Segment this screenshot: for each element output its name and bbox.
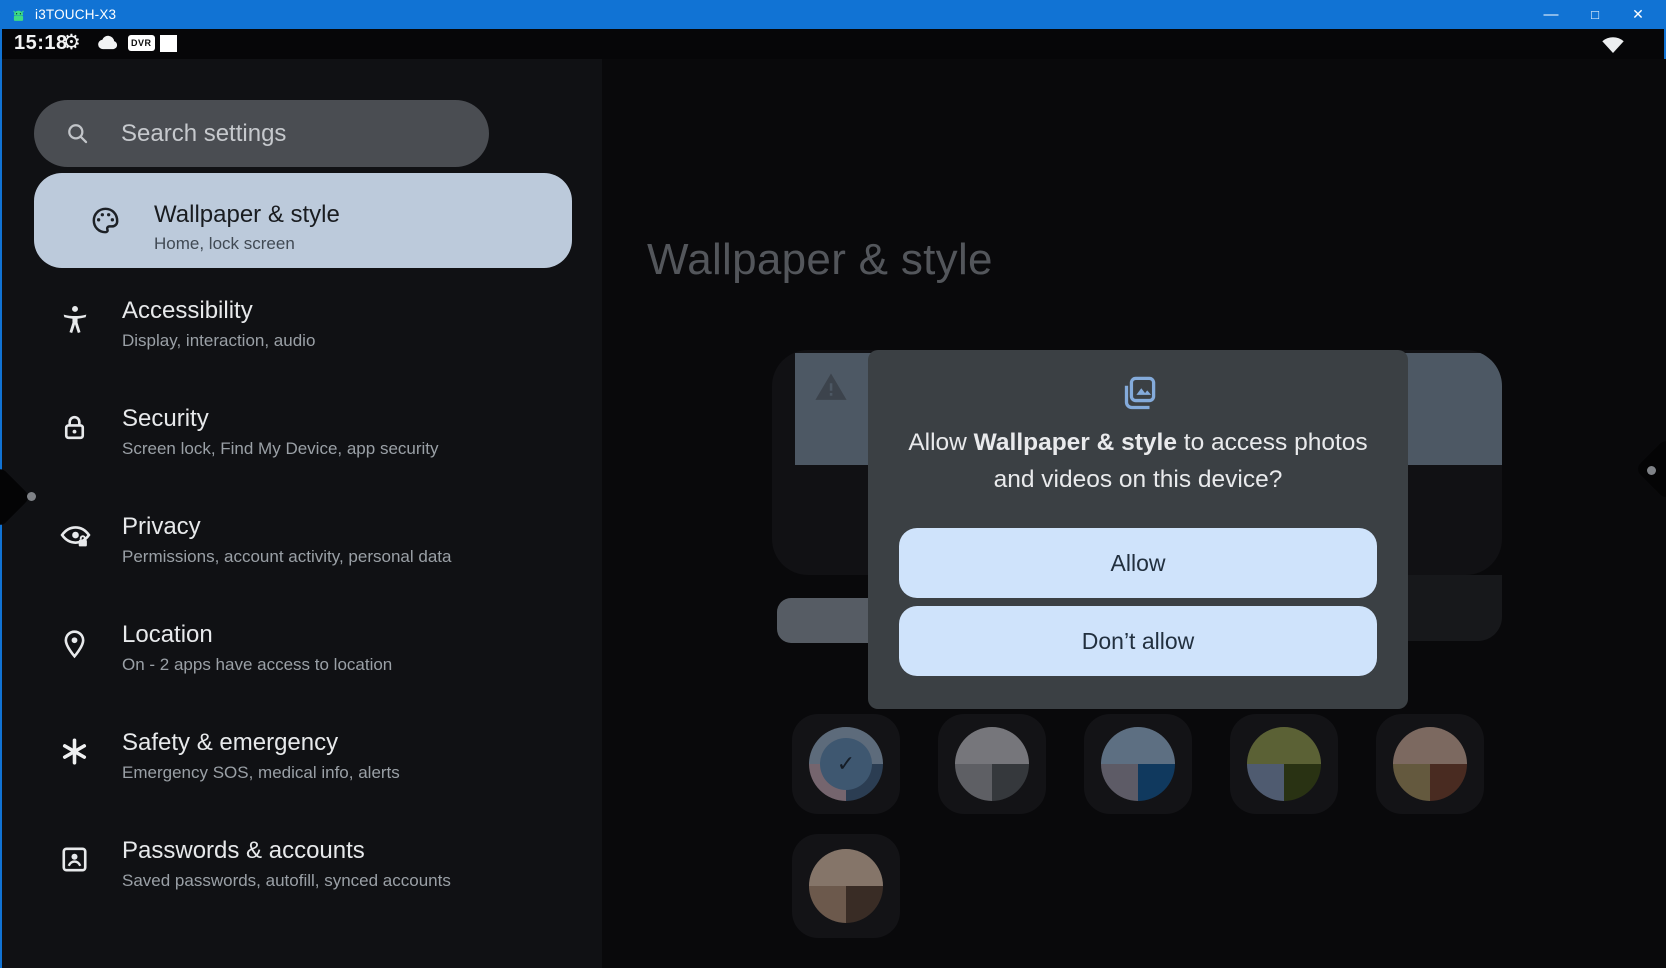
sidebar-item-label: Passwords & accounts bbox=[122, 837, 365, 865]
status-bar: 15:18 ⚙ DVR bbox=[2, 29, 1664, 59]
wifi-icon bbox=[1600, 33, 1626, 60]
palette-icon bbox=[89, 204, 122, 242]
window-title: i3TOUCH-X3 bbox=[35, 7, 116, 22]
screenshot-square-icon bbox=[160, 35, 177, 52]
color-swatch-3[interactable] bbox=[1084, 714, 1192, 814]
sidebar-item-sublabel: Emergency SOS, medical info, alerts bbox=[122, 763, 400, 783]
sidebar-item-sublabel: Display, interaction, audio bbox=[122, 331, 315, 351]
clock: 15:18 bbox=[14, 32, 68, 55]
window-titlebar: i3TOUCH-X3 — □ ✕ bbox=[0, 0, 1666, 29]
search-input[interactable] bbox=[119, 100, 469, 167]
photos-icon bbox=[868, 371, 1408, 417]
sidebar-item-label: Safety & emergency bbox=[122, 729, 338, 757]
right-edge-handle-dot bbox=[1647, 466, 1656, 475]
gear-icon: ⚙ bbox=[62, 30, 81, 54]
dvr-icon: DVR bbox=[128, 35, 155, 51]
sidebar-item-label: Privacy bbox=[122, 513, 201, 541]
sidebar-item-wallpaper-style[interactable]: Wallpaper & style Home, lock screen bbox=[34, 173, 572, 268]
sidebar-item-label: Security bbox=[122, 405, 209, 433]
color-pie bbox=[955, 727, 1029, 801]
color-pie bbox=[809, 849, 883, 923]
person-badge-icon bbox=[58, 843, 91, 881]
minimize-button[interactable]: — bbox=[1536, 0, 1566, 29]
android-logo-icon bbox=[10, 6, 27, 23]
color-swatch-5[interactable] bbox=[1376, 714, 1484, 814]
page-title: Wallpaper & style bbox=[647, 235, 993, 285]
close-button[interactable]: ✕ bbox=[1623, 0, 1653, 29]
left-edge-handle-dot bbox=[27, 492, 36, 501]
color-swatch-6[interactable] bbox=[792, 834, 900, 938]
privacy-eye-lock-icon bbox=[58, 519, 93, 559]
sidebar-item-sublabel: Home, lock screen bbox=[154, 234, 295, 254]
sidebar-item-privacy[interactable]: Privacy Permissions, account activity, p… bbox=[2, 491, 572, 587]
lock-icon bbox=[58, 411, 91, 449]
search-icon bbox=[64, 120, 91, 147]
color-swatch-2[interactable] bbox=[938, 714, 1046, 814]
allow-button[interactable]: Allow bbox=[899, 528, 1377, 598]
sidebar-item-security[interactable]: Security Screen lock, Find My Device, ap… bbox=[2, 383, 572, 479]
sidebar-item-accessibility[interactable]: Accessibility Display, interaction, audi… bbox=[2, 275, 572, 371]
cloud-icon bbox=[96, 34, 121, 56]
wallpaper-style-pane: Wallpaper & style s to access bbox=[602, 59, 1666, 968]
maximize-button[interactable]: □ bbox=[1580, 0, 1610, 29]
permission-dialog: Allow Wallpaper & style to access photos… bbox=[868, 350, 1408, 709]
sidebar-item-sublabel: Screen lock, Find My Device, app securit… bbox=[122, 439, 439, 459]
app-window: i3TOUCH-X3 — □ ✕ 15:18 ⚙ DVR bbox=[0, 0, 1666, 968]
sidebar-item-sublabel: On - 2 apps have access to location bbox=[122, 655, 392, 675]
sidebar-item-label: Wallpaper & style bbox=[154, 201, 340, 229]
color-swatch-1[interactable]: ✓ bbox=[792, 714, 900, 814]
sidebar-item-label: Accessibility bbox=[122, 297, 253, 325]
sidebar-item-safety-emergency[interactable]: Safety & emergency Emergency SOS, medica… bbox=[2, 707, 572, 803]
search-bar[interactable] bbox=[34, 100, 489, 167]
sidebar-item-location[interactable]: Location On - 2 apps have access to loca… bbox=[2, 599, 572, 695]
location-pin-icon bbox=[58, 627, 91, 665]
sidebar-item-passwords-accounts[interactable]: Passwords & accounts Saved passwords, au… bbox=[2, 815, 572, 911]
color-pie bbox=[1101, 727, 1175, 801]
color-pie bbox=[1393, 727, 1467, 801]
medical-asterisk-icon bbox=[58, 735, 91, 773]
message-app-name: Wallpaper & style bbox=[974, 429, 1177, 456]
android-screen: 15:18 ⚙ DVR bbox=[0, 29, 1666, 968]
message-prefix: Allow bbox=[908, 429, 973, 456]
sidebar-item-sublabel: Permissions, account activity, personal … bbox=[122, 547, 451, 567]
sidebar-item-label: Location bbox=[122, 621, 213, 649]
color-swatch-4[interactable] bbox=[1230, 714, 1338, 814]
warning-icon bbox=[813, 369, 849, 405]
color-pie: ✓ bbox=[809, 727, 883, 801]
dont-allow-button[interactable]: Don’t allow bbox=[899, 606, 1377, 676]
color-pie bbox=[1247, 727, 1321, 801]
sidebar-item-sublabel: Saved passwords, autofill, synced accoun… bbox=[122, 871, 451, 891]
accessibility-icon bbox=[58, 303, 92, 342]
check-icon: ✓ bbox=[820, 738, 872, 790]
permission-message: Allow Wallpaper & style to access photos… bbox=[868, 424, 1408, 498]
settings-sidebar: Wallpaper & style Home, lock screen Acce… bbox=[2, 59, 602, 968]
